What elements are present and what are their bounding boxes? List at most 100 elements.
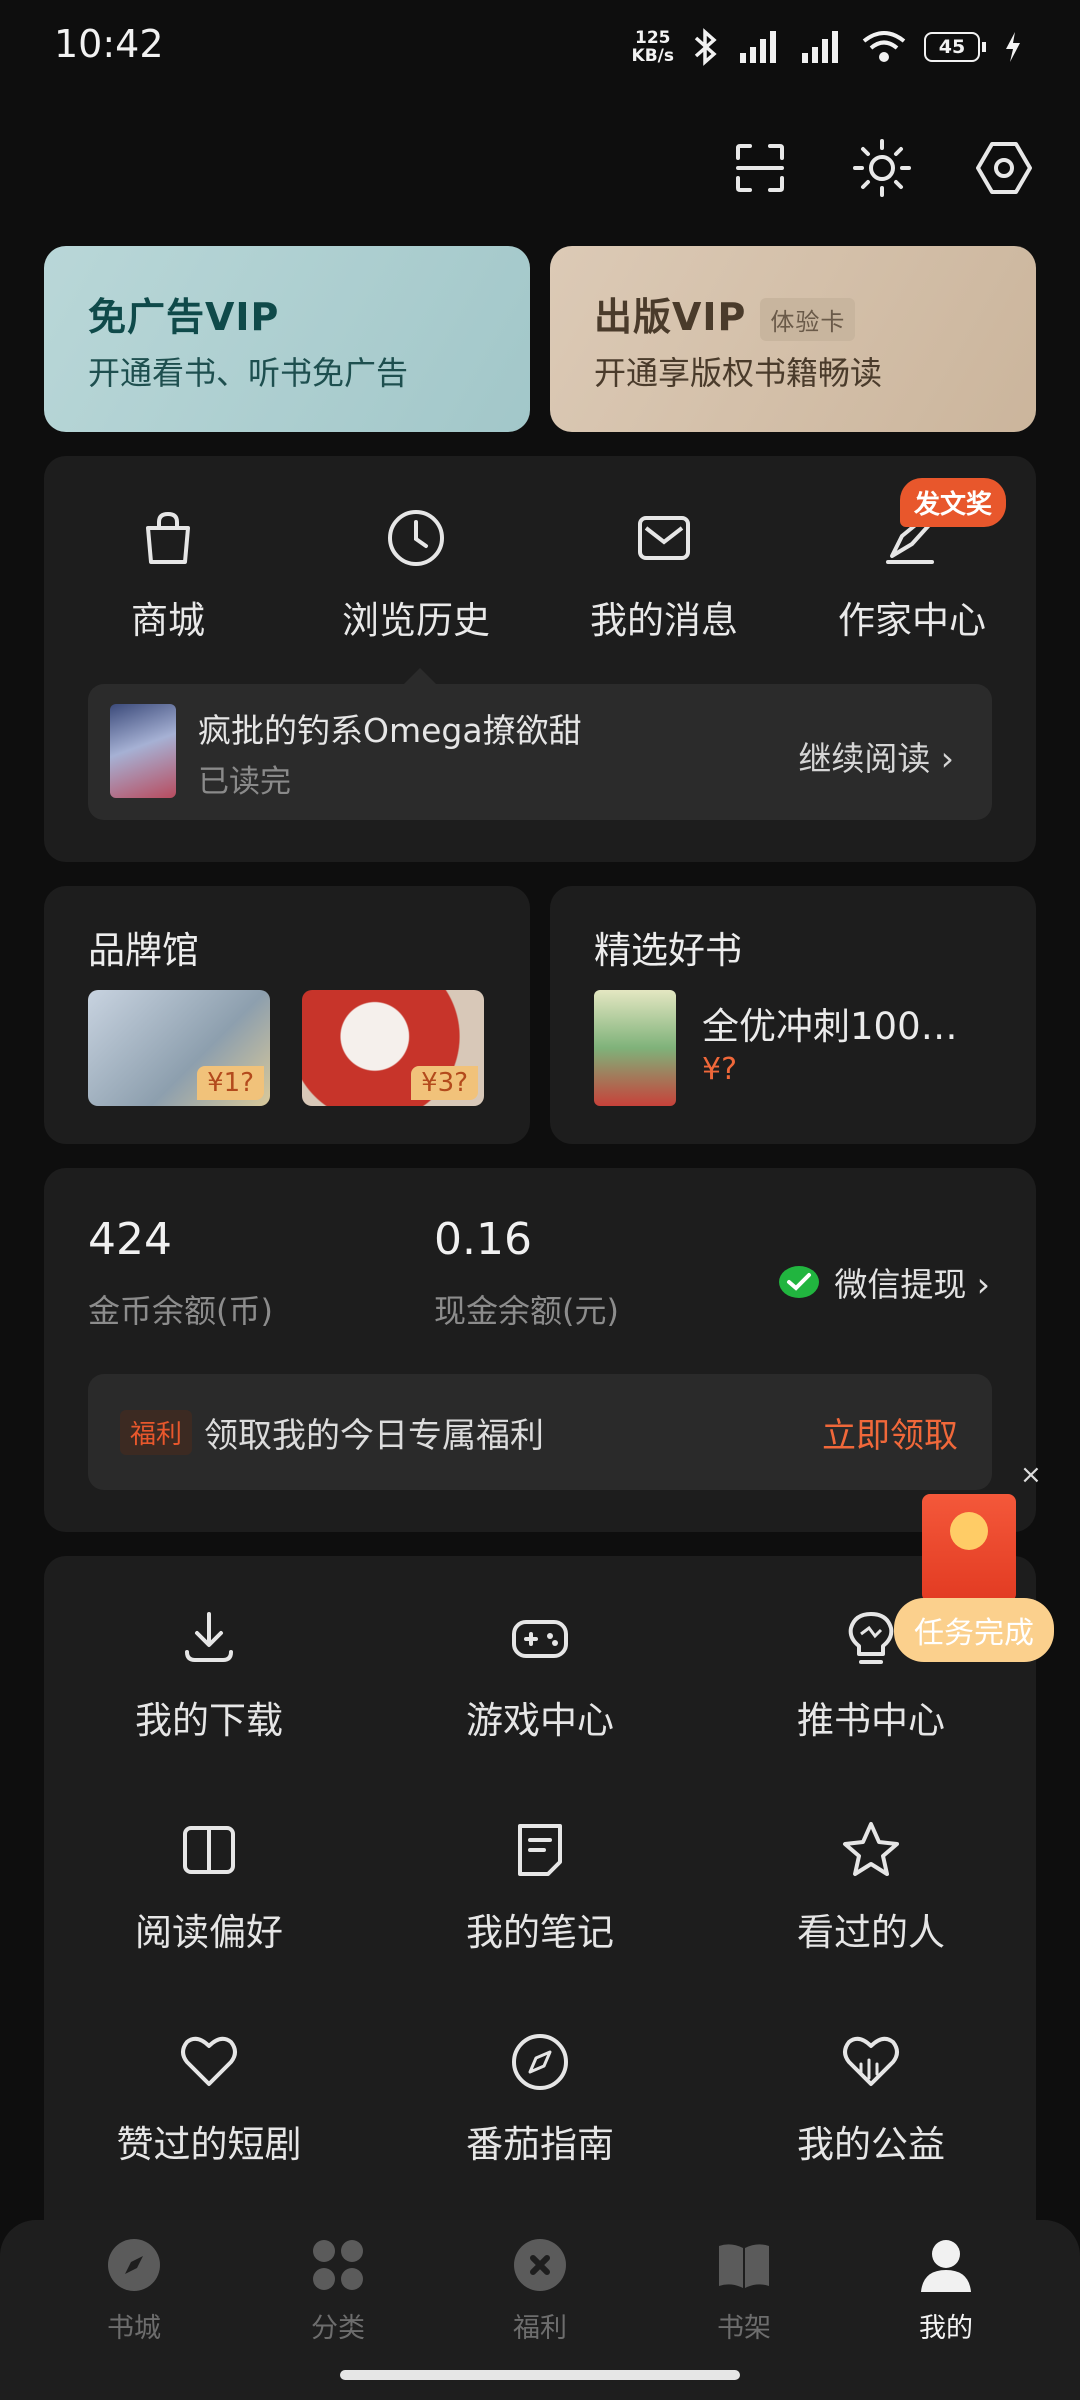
status-icons: 125 KB/s 45	[632, 28, 1022, 66]
welfare-text: 领取我的今日专属福利	[204, 1416, 544, 1456]
grid-item-downloads[interactable]: 我的下载	[44, 1606, 374, 1744]
quick-item-label: 浏览历史	[342, 599, 490, 642]
signal-icon	[740, 31, 776, 63]
history-pointer	[404, 668, 436, 684]
bulb-icon	[848, 1612, 894, 1664]
quick-item-messages[interactable]: 我的消息	[540, 506, 788, 644]
compass-icon	[512, 2034, 568, 2090]
network-speed: 125 KB/s	[631, 28, 674, 66]
tab-label: 书城	[107, 2313, 161, 2344]
grid-item-charity[interactable]: 我的公益	[706, 2030, 1036, 2168]
wifi-icon	[862, 31, 906, 62]
price-tag: ¥3?	[411, 1066, 478, 1100]
welfare-tag: 福利	[120, 1410, 193, 1455]
note-icon	[518, 1824, 562, 1876]
tab-label: 分类	[311, 2313, 365, 2344]
close-icon[interactable]: ×	[1020, 1460, 1042, 1490]
section-title: 品牌馆	[88, 929, 199, 972]
heart-icon	[181, 2036, 237, 2086]
gift-icon	[514, 2239, 566, 2291]
tab-label: 我的	[919, 2313, 973, 2344]
grid-item-fanqie-guide[interactable]: 番茄指南	[375, 2030, 705, 2168]
tab-category[interactable]: 分类	[278, 2236, 398, 2345]
vip-subtitle: 开通看书、听书免广告	[88, 354, 409, 392]
grid-item-label: 阅读偏好	[135, 1911, 283, 1954]
price-tag: ¥1?	[197, 1066, 264, 1100]
charity-heart-icon	[843, 2036, 899, 2086]
cash-balance[interactable]: 0.16	[434, 1214, 532, 1265]
wechat-icon	[779, 1266, 820, 1298]
vip-title: 免广告VIP	[88, 295, 280, 339]
grid-item-reading-preference[interactable]: 阅读偏好	[44, 1818, 374, 1956]
ad-free-vip-card[interactable]: 免广告VIP 开通看书、听书免广告	[44, 246, 530, 432]
coin-balance-label: 金币余额(币)	[88, 1292, 273, 1330]
grid-item-visitors[interactable]: 看过的人	[706, 1818, 1036, 1956]
red-packet-float[interactable]	[922, 1494, 1016, 1602]
brand-product-thumb[interactable]: ¥1?	[88, 990, 270, 1106]
publish-vip-card[interactable]: 出版VIP 体验卡 开通享版权书籍畅读	[550, 246, 1036, 432]
grid-item-game-center[interactable]: 游戏中心	[375, 1606, 705, 1744]
welfare-banner[interactable]: 福利 领取我的今日专属福利 立即领取	[88, 1374, 992, 1490]
grid-item-label: 番茄指南	[466, 2123, 614, 2166]
grid-item-label: 看过的人	[797, 1911, 945, 1954]
brightness-icon[interactable]	[852, 138, 912, 198]
compass-tab-icon	[108, 2239, 160, 2291]
tab-bookshelf[interactable]: 书架	[684, 2236, 804, 2345]
task-complete-badge[interactable]: 任务完成	[894, 1598, 1054, 1662]
quick-item-history[interactable]: 浏览历史	[292, 506, 540, 644]
bluetooth-icon	[694, 28, 717, 66]
settings-icon[interactable]	[974, 138, 1034, 198]
coin-balance[interactable]: 424	[88, 1214, 172, 1265]
quick-item-label: 作家中心	[838, 599, 986, 642]
brand-product-thumb[interactable]: ¥3?	[302, 990, 484, 1106]
tab-bookstore[interactable]: 书城	[74, 2236, 194, 2345]
wechat-withdraw-button[interactable]: 微信提现 ›	[778, 1258, 990, 1306]
tab-label: 书架	[717, 2313, 771, 2344]
quick-item-label: 我的消息	[590, 599, 738, 642]
book-title: 疯批的钓系Omega撩欲甜	[198, 711, 582, 750]
charging-icon	[1006, 32, 1020, 62]
status-time: 10:42	[54, 22, 164, 66]
mail-icon	[638, 516, 690, 560]
read-status: 已读完	[198, 764, 291, 800]
grid-item-label: 我的下载	[135, 1699, 283, 1742]
section-title: 精选好书	[594, 929, 742, 972]
book-title: 全优冲刺100…	[702, 1005, 958, 1048]
cash-balance-label: 现金余额(元)	[434, 1292, 619, 1330]
bookshelf-icon	[719, 2244, 769, 2288]
clock-icon	[388, 510, 444, 566]
brand-hall-card[interactable]: 品牌馆 ¥1? ¥3?	[44, 886, 530, 1144]
home-indicator[interactable]	[340, 2370, 740, 2380]
book-cover	[594, 990, 676, 1106]
book-price: ¥?	[702, 1052, 738, 1087]
tab-mine[interactable]: 我的	[886, 2236, 1006, 2345]
signal-icon	[802, 31, 838, 63]
quick-item-label: 商城	[131, 599, 205, 642]
star-icon	[843, 1822, 899, 1876]
grid-item-liked-dramas[interactable]: 赞过的短剧	[44, 2030, 374, 2168]
grid-icon	[313, 2240, 363, 2290]
coin-icon	[950, 1512, 988, 1550]
grid-item-label: 游戏中心	[466, 1699, 614, 1742]
grid-item-label: 推书中心	[797, 1699, 945, 1742]
gamepad-icon	[512, 1620, 568, 1658]
grid-item-label: 赞过的短剧	[116, 2123, 302, 2166]
scan-icon[interactable]	[730, 138, 790, 198]
quick-item-mall[interactable]: 商城	[44, 506, 292, 644]
vip-title: 出版VIP 体验卡	[594, 286, 856, 341]
tab-label: 福利	[513, 2313, 567, 2344]
continue-reading-link[interactable]: 继续阅读 ›	[798, 732, 954, 780]
claim-now-button[interactable]: 立即领取	[822, 1408, 958, 1457]
person-icon	[921, 2240, 971, 2292]
tab-welfare[interactable]: 福利	[480, 2236, 600, 2345]
book-cover	[110, 704, 176, 798]
good-book-card[interactable]: 精选好书 全优冲刺100… ¥?	[550, 886, 1036, 1144]
grid-item-my-notes[interactable]: 我的笔记	[375, 1818, 705, 1956]
download-icon	[185, 1612, 233, 1662]
book-icon	[183, 1826, 235, 1874]
grid-item-label: 我的笔记	[466, 1911, 614, 1954]
writer-award-badge: 发文奖	[900, 478, 1007, 527]
recent-read-row[interactable]: 疯批的钓系Omega撩欲甜 已读完 继续阅读 ›	[88, 684, 992, 820]
vip-subtitle: 开通享版权书籍畅读	[594, 354, 883, 392]
shopping-bag-icon	[146, 511, 190, 564]
